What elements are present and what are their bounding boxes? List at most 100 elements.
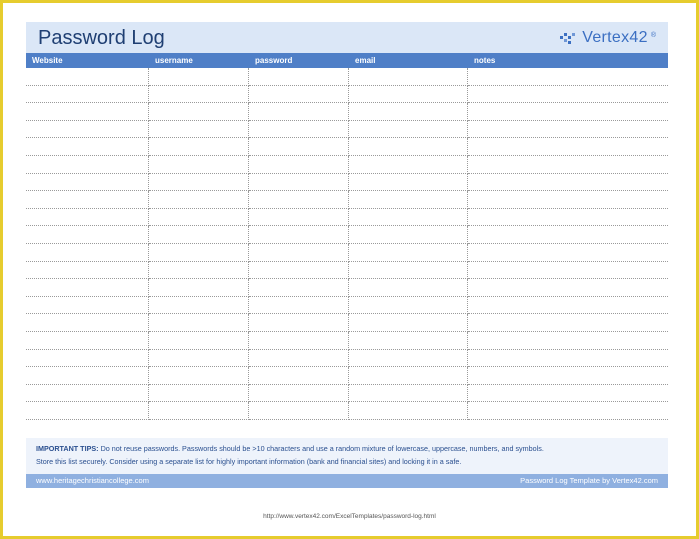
cell-username[interactable] (149, 314, 249, 332)
cell-password[interactable] (249, 367, 349, 385)
cell-website[interactable] (26, 279, 149, 297)
cell-website[interactable] (26, 120, 149, 139)
cell-password[interactable] (249, 226, 349, 244)
cell-email[interactable] (349, 226, 468, 244)
cell-notes[interactable] (468, 314, 668, 332)
cell-notes[interactable] (468, 226, 668, 244)
cell-website[interactable] (26, 208, 149, 227)
cell-username[interactable] (149, 120, 249, 139)
cell-email[interactable] (349, 402, 468, 420)
cell-username[interactable] (149, 138, 249, 156)
cell-password[interactable] (249, 314, 349, 332)
cell-email[interactable] (349, 279, 468, 297)
cell-notes[interactable] (468, 138, 668, 156)
cell-website[interactable] (26, 261, 149, 280)
cell-username[interactable] (149, 68, 249, 86)
cell-password[interactable] (249, 85, 349, 104)
cell-password[interactable] (249, 384, 349, 403)
cell-username[interactable] (149, 349, 249, 368)
cell-notes[interactable] (468, 191, 668, 209)
cell-notes[interactable] (468, 350, 668, 368)
cell-username[interactable] (149, 155, 249, 174)
cell-notes[interactable] (468, 103, 668, 121)
cell-username[interactable] (149, 103, 249, 121)
cell-password[interactable] (249, 243, 349, 262)
cell-notes[interactable] (468, 279, 668, 297)
cell-website[interactable] (26, 384, 149, 403)
cell-email[interactable] (349, 68, 468, 86)
cell-username[interactable] (149, 402, 249, 420)
cell-website[interactable] (26, 155, 149, 174)
cell-website[interactable] (26, 226, 149, 244)
cell-email[interactable] (349, 367, 468, 385)
cell-password[interactable] (249, 296, 349, 315)
cell-website[interactable] (26, 191, 149, 209)
cell-password[interactable] (249, 191, 349, 209)
cell-username[interactable] (149, 384, 249, 403)
cell-password[interactable] (249, 103, 349, 121)
cell-website[interactable] (26, 331, 149, 350)
cell-username[interactable] (149, 261, 249, 280)
cell-email[interactable] (349, 120, 468, 139)
cell-email[interactable] (349, 314, 468, 332)
cell-email[interactable] (349, 261, 468, 280)
cell-password[interactable] (249, 349, 349, 368)
cell-email[interactable] (349, 208, 468, 227)
cell-notes[interactable] (468, 156, 668, 174)
cell-notes[interactable] (468, 86, 668, 104)
cell-email[interactable] (349, 349, 468, 368)
cell-username[interactable] (149, 226, 249, 244)
cell-password[interactable] (249, 155, 349, 174)
cell-website[interactable] (26, 349, 149, 368)
cell-notes[interactable] (468, 262, 668, 280)
cell-password[interactable] (249, 208, 349, 227)
cell-username[interactable] (149, 296, 249, 315)
cell-email[interactable] (349, 173, 468, 192)
cell-website[interactable] (26, 103, 149, 121)
cell-notes[interactable] (468, 209, 668, 227)
cell-notes[interactable] (468, 332, 668, 350)
cell-email[interactable] (349, 191, 468, 209)
cell-password[interactable] (249, 173, 349, 192)
cell-notes[interactable] (468, 244, 668, 262)
cell-email[interactable] (349, 138, 468, 156)
cell-password[interactable] (249, 120, 349, 139)
cell-notes[interactable] (468, 297, 668, 315)
cell-website[interactable] (26, 367, 149, 385)
cell-website[interactable] (26, 173, 149, 192)
cell-username[interactable] (149, 279, 249, 297)
cell-website[interactable] (26, 138, 149, 156)
cell-email[interactable] (349, 155, 468, 174)
cell-username[interactable] (149, 173, 249, 192)
cell-password[interactable] (249, 279, 349, 297)
cell-username[interactable] (149, 331, 249, 350)
cell-password[interactable] (249, 138, 349, 156)
cell-password[interactable] (249, 68, 349, 86)
cell-notes[interactable] (468, 121, 668, 139)
cell-email[interactable] (349, 243, 468, 262)
cell-website[interactable] (26, 314, 149, 332)
cell-website[interactable] (26, 402, 149, 420)
cell-website[interactable] (26, 243, 149, 262)
cell-notes[interactable] (468, 174, 668, 192)
cell-email[interactable] (349, 85, 468, 104)
cell-email[interactable] (349, 331, 468, 350)
cell-website[interactable] (26, 85, 149, 104)
cell-notes[interactable] (468, 385, 668, 403)
cell-notes[interactable] (468, 402, 668, 420)
cell-password[interactable] (249, 261, 349, 280)
cell-notes[interactable] (468, 367, 668, 385)
cell-website[interactable] (26, 68, 149, 86)
cell-username[interactable] (149, 243, 249, 262)
cell-email[interactable] (349, 103, 468, 121)
cell-email[interactable] (349, 296, 468, 315)
cell-username[interactable] (149, 191, 249, 209)
cell-email[interactable] (349, 384, 468, 403)
cell-notes[interactable] (468, 68, 668, 86)
cell-website[interactable] (26, 296, 149, 315)
cell-username[interactable] (149, 85, 249, 104)
cell-username[interactable] (149, 367, 249, 385)
cell-username[interactable] (149, 208, 249, 227)
cell-password[interactable] (249, 402, 349, 420)
cell-password[interactable] (249, 331, 349, 350)
